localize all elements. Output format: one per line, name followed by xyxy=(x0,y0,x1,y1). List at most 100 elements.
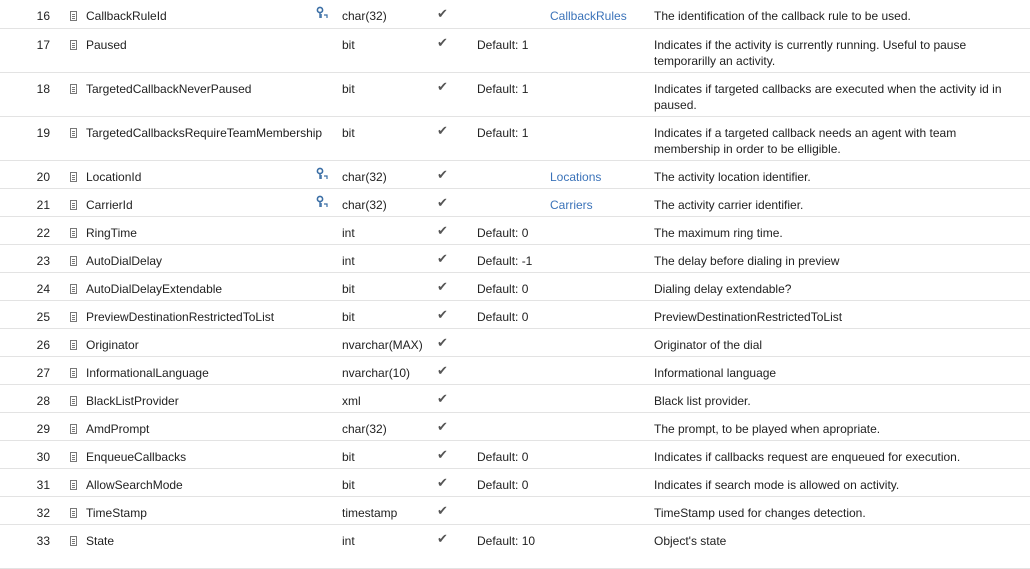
column-name-cell: BlackListProvider xyxy=(58,384,316,412)
check-icon: ✔ xyxy=(437,278,448,294)
not-null-cell: ✔ xyxy=(437,468,477,496)
column-name-cell: TimeStamp xyxy=(58,496,316,524)
default-value: Default: 0 xyxy=(477,281,529,296)
column-name-cell: AllowSearchMode xyxy=(58,468,316,496)
column-name: AutoDialDelayExtendable xyxy=(86,281,223,296)
key-cell xyxy=(316,384,342,412)
column-description: The delay before dialing in preview xyxy=(654,253,840,268)
column-icon xyxy=(70,83,77,94)
table-row[interactable]: 25 PreviewDestinationRestrictedToList bit ✔… xyxy=(0,300,1030,328)
foreign-key-cell xyxy=(550,412,654,440)
column-name: TargetedCallbacksRequireTeamMembership xyxy=(86,125,323,140)
table-row[interactable]: 17 Paused bit ✔ Default: 1 Indicates if the a… xyxy=(0,28,1030,72)
row-number: 30 xyxy=(36,449,50,464)
table-row[interactable]: 18 TargetedCallbackNeverPaused bit ✔ Default… xyxy=(0,72,1030,116)
key-cell xyxy=(316,524,342,568)
column-name-cell: TargetedCallbackNeverPaused xyxy=(58,72,316,116)
default-value: Default: 0 xyxy=(477,309,529,324)
columns-table-body: 16 CallbackRuleId char(32) ✔ CallbackRules Th… xyxy=(0,0,1030,568)
column-name-cell: CarrierId xyxy=(58,188,316,216)
table-row[interactable]: 19 TargetedCallbacksRequireTeamMembership… xyxy=(0,116,1030,160)
table-row[interactable]: 21 CarrierId char(32) ✔ Carriers The activity… xyxy=(0,188,1030,216)
column-name: InformationalLanguage xyxy=(86,365,209,380)
column-name: AutoDialDelay xyxy=(86,253,163,268)
table-row[interactable]: 22 RingTime int ✔ Default: 0 The maximum ring… xyxy=(0,216,1030,244)
check-icon: ✔ xyxy=(437,194,448,210)
foreign-key-cell xyxy=(550,244,654,272)
column-type: int xyxy=(342,225,355,240)
column-icon xyxy=(70,535,77,546)
table-row[interactable]: 23 AutoDialDelay int ✔ Default: -1 The delay … xyxy=(0,244,1030,272)
check-icon: ✔ xyxy=(437,418,448,434)
foreign-key-cell xyxy=(550,468,654,496)
foreign-key-cell xyxy=(550,440,654,468)
row-number: 27 xyxy=(36,365,50,380)
default-value: Default: 1 xyxy=(477,37,529,52)
not-null-cell: ✔ xyxy=(437,160,477,188)
table-row[interactable]: 33 State int ✔ Default: 10 Object's state xyxy=(0,524,1030,568)
column-icon xyxy=(70,311,77,322)
table-row[interactable]: 31 AllowSearchMode bit ✔ Default: 0 Indicates… xyxy=(0,468,1030,496)
foreign-key-cell xyxy=(550,272,654,300)
column-type: char(32) xyxy=(342,169,387,184)
column-description: TimeStamp used for changes detection. xyxy=(654,505,866,520)
column-name-cell: Paused xyxy=(58,28,316,72)
column-description: PreviewDestinationRestrictedToList xyxy=(654,309,843,324)
column-name-cell: AutoDialDelayExtendable xyxy=(58,272,316,300)
column-type: timestamp xyxy=(342,505,398,520)
table-row[interactable]: 32 TimeStamp timestamp ✔ TimeStamp used for … xyxy=(0,496,1030,524)
table-row[interactable]: 26 Originator nvarchar(MAX) ✔ Originator of … xyxy=(0,328,1030,356)
table-row[interactable]: 16 CallbackRuleId char(32) ✔ CallbackRules Th… xyxy=(0,0,1030,28)
foreign-key-cell xyxy=(550,524,654,568)
column-description: The activity location identifier. xyxy=(654,169,811,184)
column-icon xyxy=(70,367,77,378)
table-row[interactable]: 30 EnqueueCallbacks bit ✔ Default: 0 Indicate… xyxy=(0,440,1030,468)
key-cell xyxy=(316,328,342,356)
key-cell xyxy=(316,440,342,468)
check-icon: ✔ xyxy=(437,530,448,546)
column-type: nvarchar(10) xyxy=(342,365,411,380)
check-icon: ✔ xyxy=(437,6,448,21)
column-type: bit xyxy=(342,125,355,140)
column-type: char(32) xyxy=(342,9,387,23)
columns-table: 16 CallbackRuleId char(32) ✔ CallbackRules Th… xyxy=(0,0,1030,569)
column-name-cell: LocationId xyxy=(58,160,316,188)
check-icon: ✔ xyxy=(437,446,448,462)
column-type: bit xyxy=(342,37,355,52)
not-null-cell: ✔ xyxy=(437,412,477,440)
column-name-cell: TargetedCallbacksRequireTeamMembership xyxy=(58,116,322,160)
column-type: char(32) xyxy=(342,197,387,212)
not-null-cell: ✔ xyxy=(437,72,477,116)
table-row[interactable]: 20 LocationId char(32) ✔ Locations The activi… xyxy=(0,160,1030,188)
foreign-key-link[interactable]: Carriers xyxy=(550,198,593,212)
column-type: bit xyxy=(342,81,355,96)
column-name-cell: EnqueueCallbacks xyxy=(58,440,316,468)
column-icon xyxy=(70,339,77,350)
foreign-key-cell: Locations xyxy=(550,160,654,188)
column-icon xyxy=(70,283,77,294)
column-type: bit xyxy=(342,477,355,492)
check-icon: ✔ xyxy=(437,390,448,406)
not-null-cell: ✔ xyxy=(437,272,477,300)
table-row[interactable]: 27 InformationalLanguage nvarchar(10) ✔ Info… xyxy=(0,356,1030,384)
foreign-key-link[interactable]: CallbackRules xyxy=(550,9,627,23)
table-row[interactable]: 29 AmdPrompt char(32) ✔ The prompt, to be pl… xyxy=(0,412,1030,440)
column-icon xyxy=(70,227,77,238)
column-description: The identification of the callback rule … xyxy=(654,9,911,23)
column-type: char(32) xyxy=(342,421,387,436)
column-type: nvarchar(MAX) xyxy=(342,337,423,352)
default-value: Default: 0 xyxy=(477,477,529,492)
table-row[interactable]: 24 AutoDialDelayExtendable bit ✔ Default: 0 D… xyxy=(0,272,1030,300)
column-name-cell: AutoDialDelay xyxy=(58,244,316,272)
foreign-key-cell xyxy=(550,384,654,412)
row-number: 17 xyxy=(36,37,50,52)
check-icon: ✔ xyxy=(437,122,448,138)
not-null-cell: ✔ xyxy=(437,356,477,384)
column-description: Indicates if callbacks request are enque… xyxy=(654,449,961,464)
column-name: TargetedCallbackNeverPaused xyxy=(86,81,252,96)
key-cell xyxy=(316,300,342,328)
column-type: int xyxy=(342,253,355,268)
column-name-cell: RingTime xyxy=(58,216,316,244)
foreign-key-link[interactable]: Locations xyxy=(550,170,601,184)
table-row[interactable]: 28 BlackListProvider xml ✔ Black list provid… xyxy=(0,384,1030,412)
